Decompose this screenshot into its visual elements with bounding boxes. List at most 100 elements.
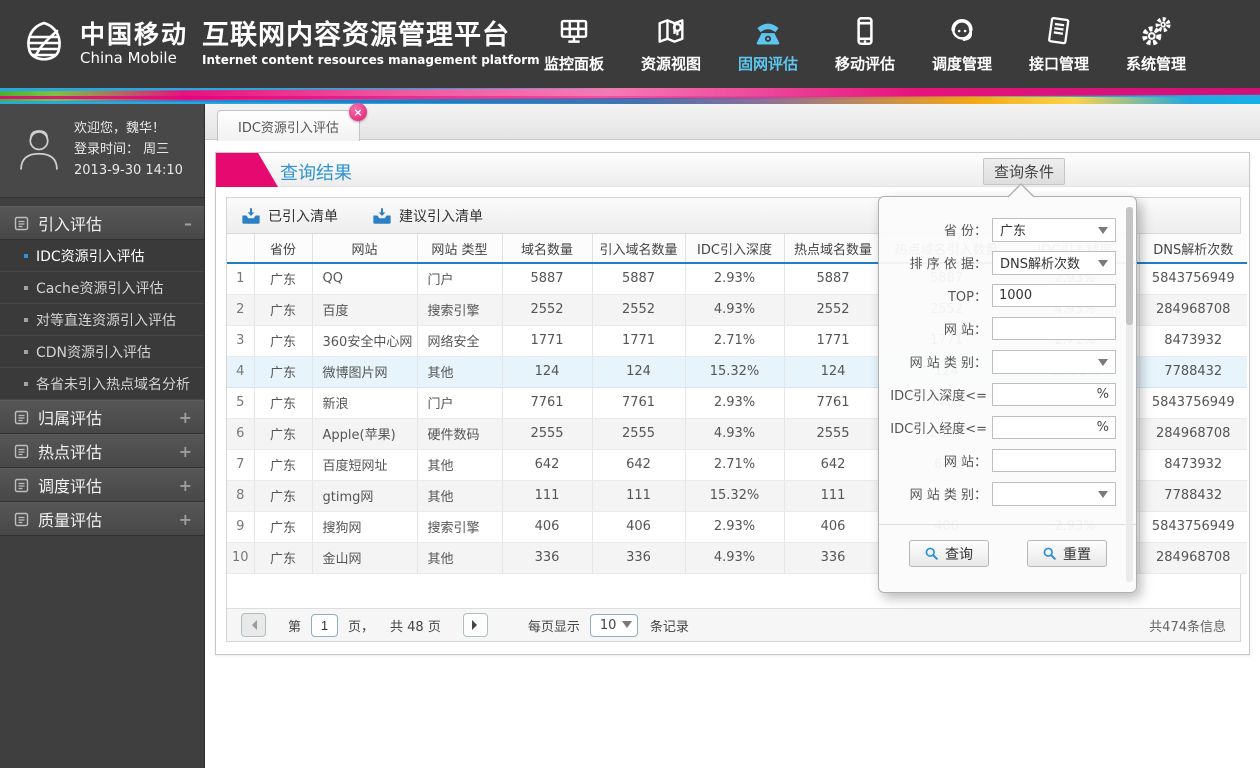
login-time-line1: 登录时间： 周三 (74, 142, 170, 157)
table-cell: 金山网 (312, 542, 418, 574)
search-button[interactable]: 查询 (908, 540, 989, 567)
sidebar-section[interactable]: 调度评估 + (0, 468, 204, 502)
next-page-button[interactable] (462, 613, 488, 637)
column-header[interactable]: 引入域名数量 (592, 234, 686, 264)
table-cell: 284968708 (1139, 542, 1247, 574)
sidebar-item-label: 各省未引入热点域名分析 (36, 376, 190, 393)
popup-field-row: 网 站： (879, 444, 1136, 477)
expand-toggle-icon[interactable]: + (179, 476, 192, 495)
column-header[interactable]: 域名数量 (502, 234, 593, 264)
per-page-label: 每页显示 (527, 619, 580, 635)
app-header: 中国移动 China Mobile 互联网内容资源管理平台 Internet c… (0, 0, 1260, 88)
table-cell: 其他 (417, 449, 503, 481)
field-control (992, 317, 1116, 340)
sidebar-section[interactable]: 热点评估 + (0, 434, 204, 468)
field-label: 排 序 依 据： (909, 257, 987, 272)
table-cell: 广东 (254, 418, 313, 450)
scrollbar-thumb[interactable] (1126, 207, 1133, 325)
sidebar-item[interactable]: CDN资源引入评估 (0, 336, 204, 368)
field-label: 网 站 类 别： (909, 488, 987, 503)
table-cell: 2.71% (685, 449, 785, 481)
column-header[interactable]: 热点域名数量 (784, 234, 883, 264)
column-header[interactable]: 网站 (312, 234, 418, 264)
sidebar-item-label: Cache资源引入评估 (36, 280, 164, 297)
table-cell: 搜狗网 (312, 511, 418, 543)
table-cell: 6 (227, 418, 255, 450)
popup-scrollbar[interactable] (1126, 207, 1133, 582)
expand-toggle-icon[interactable]: + (179, 442, 192, 461)
nav-item-map[interactable]: 资源视图 (635, 12, 707, 74)
close-icon[interactable] (348, 103, 367, 121)
table-cell: 642 (592, 449, 686, 481)
sidebar-section[interactable]: 归属评估 + (0, 400, 204, 434)
nav-item-document[interactable]: 接口管理 (1023, 12, 1095, 74)
nav-label: 调度管理 (931, 55, 992, 73)
popup-select[interactable]: 广东 (992, 217, 1116, 242)
bullet-icon (24, 381, 28, 386)
sidebar-item-label: 对等直连资源引入评估 (36, 312, 176, 329)
table-cell: 硬件数码 (417, 418, 503, 450)
nav-item-mobile[interactable]: 移动评估 (829, 12, 901, 74)
popup-input[interactable] (992, 284, 1116, 307)
popup-field-row: 网 站 类 别： (879, 477, 1136, 510)
suggested-list-button[interactable]: 建议引入清单 (372, 206, 483, 226)
sidebar-item[interactable]: Cache资源引入评估 (0, 272, 204, 304)
table-cell: 111 (502, 480, 593, 512)
column-header[interactable]: IDC引入深度 (685, 234, 785, 264)
popup-input[interactable] (992, 317, 1116, 340)
bullet-icon (24, 285, 28, 290)
field-label: 网 站 类 别： (909, 356, 987, 371)
expand-toggle-icon[interactable]: – (184, 214, 192, 233)
page-input[interactable] (311, 613, 339, 637)
chevron-down-icon (1098, 358, 1108, 371)
table-cell: 百度 (312, 294, 418, 326)
column-header[interactable] (227, 234, 255, 264)
per-page-select[interactable]: 10 (589, 613, 638, 637)
imported-list-button[interactable]: 已引入清单 (241, 206, 338, 226)
sidebar-item[interactable]: 各省未引入热点域名分析 (0, 368, 204, 400)
popup-select[interactable] (992, 481, 1116, 506)
popup-input[interactable] (992, 449, 1116, 472)
chevron-down-icon (621, 621, 632, 633)
brand-name-en: China Mobile (80, 49, 177, 67)
popup-select[interactable] (992, 349, 1116, 374)
table-cell: 360安全中心网 (312, 325, 418, 357)
sidebar-section[interactable]: 质量评估 + (0, 502, 204, 536)
query-condition-button[interactable]: 查询条件 (983, 158, 1065, 185)
tab-bar: IDC资源引入评估 (205, 103, 1260, 141)
table-cell: 15.32% (685, 355, 785, 388)
column-header[interactable]: DNS解析次数 (1139, 234, 1247, 264)
user-info: 欢迎您，魏华！ 登录时间： 周三 2013-9-30 14:10 (0, 104, 204, 198)
search-icon (925, 547, 938, 560)
table-cell: 3 (227, 325, 255, 357)
table-cell: 5887 (502, 263, 593, 295)
sidebar-section[interactable]: 引入评估 – (0, 206, 204, 240)
popup-field-row: 省 份： 广东 (879, 213, 1136, 246)
sidebar-item[interactable]: IDC资源引入评估 (0, 240, 204, 272)
table-cell: 4 (227, 355, 255, 388)
nav-item-phone[interactable]: 固网评估 (732, 12, 804, 74)
percent-suffix: % (1096, 387, 1109, 402)
phone-icon (751, 12, 785, 50)
popup-select[interactable]: DNS解析次数 (992, 250, 1116, 275)
folder-doc-icon (14, 444, 29, 458)
table-cell: QQ (312, 263, 418, 295)
expand-toggle-icon[interactable]: + (179, 510, 192, 529)
table-cell: 1771 (784, 325, 883, 357)
table-cell: 9 (227, 511, 255, 543)
table-cell: 2555 (502, 418, 593, 450)
expand-toggle-icon[interactable]: + (179, 408, 192, 427)
sidebar-item-label: IDC资源引入评估 (36, 248, 145, 265)
select-value: DNS解析次数 (1000, 257, 1080, 272)
sidebar-item[interactable]: 对等直连资源引入评估 (0, 304, 204, 336)
table-cell: 284968708 (1139, 294, 1247, 326)
reset-button[interactable]: 重置 (1026, 540, 1107, 567)
nav-item-headset[interactable]: 调度管理 (926, 12, 998, 74)
nav-item-monitor[interactable]: 监控面板 (538, 12, 610, 74)
column-header[interactable]: 省份 (254, 234, 313, 264)
column-header[interactable]: 网站 类型 (417, 234, 503, 264)
tab-idc-import-evaluation[interactable]: IDC资源引入评估 (217, 103, 367, 141)
prev-page-button[interactable] (241, 613, 266, 637)
nav-label: 系统管理 (1125, 55, 1186, 73)
nav-item-gears[interactable]: 系统管理 (1120, 12, 1192, 74)
